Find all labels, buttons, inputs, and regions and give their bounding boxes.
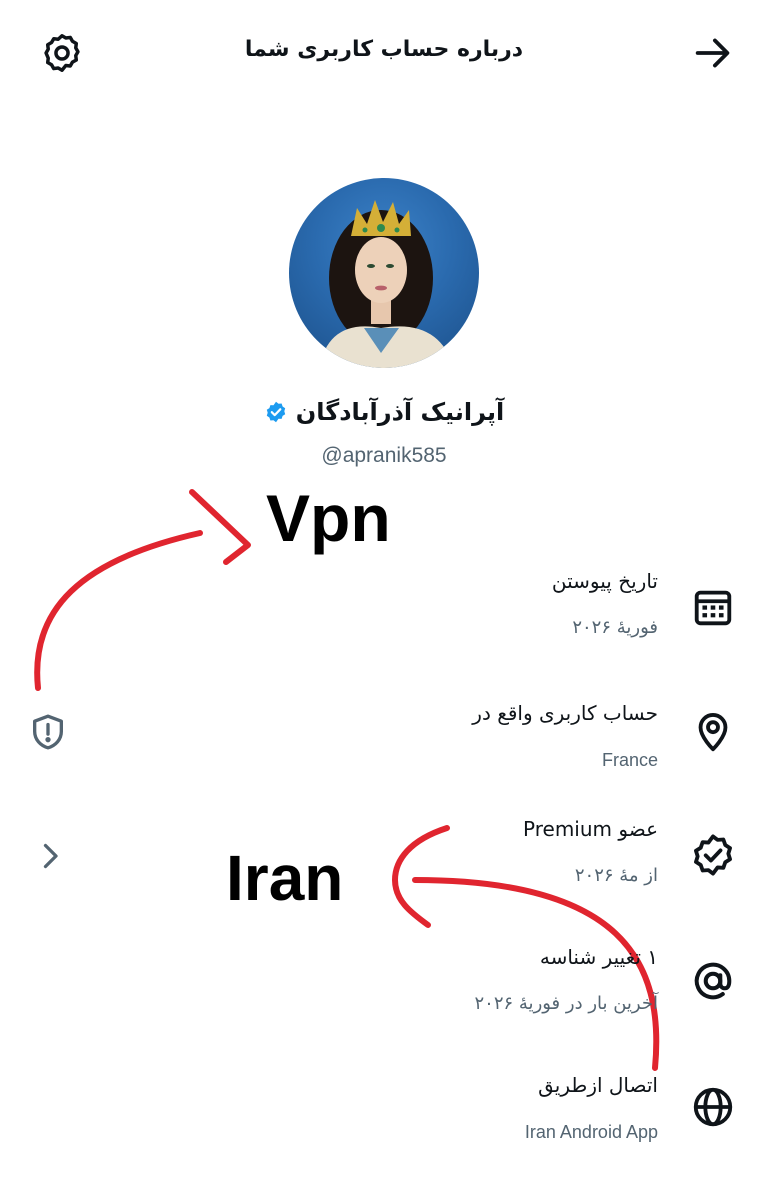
info-row-connected-via: اتصال ازطریق Iran Android App [380, 1070, 658, 1146]
verified-badge-icon [690, 832, 736, 878]
page-title: درباره حساب کاربری شما [244, 37, 524, 62]
info-row-value: France [601, 750, 658, 770]
info-row-handle-changes: ۱ تغییر شناسه آخرین بار در فوریهٔ ۲۰۲۶ [380, 942, 658, 1018]
info-row-location: حساب کاربری واقع در France [380, 698, 658, 774]
info-row-title: تاریخ پیوستن [551, 569, 658, 593]
iran-annotation-label: Iran [226, 842, 344, 914]
verified-badge-icon [264, 400, 288, 424]
profile-display-name-row: آپرانیک آذرآبادگان [150, 398, 618, 426]
info-row-title: اتصال ازطریق [538, 1073, 658, 1097]
vpn-arrow-curve [34, 530, 203, 691]
display-name: آپرانیک آذرآبادگان [295, 398, 505, 426]
settings-gear-icon[interactable] [40, 31, 84, 75]
info-row-value: آخرین بار در فوریهٔ ۲۰۲۶ [474, 993, 658, 1014]
vpn-arrowhead [189, 489, 251, 565]
info-row-title: عضو Premium [523, 817, 658, 841]
info-row-title: ۱ تغییر شناسه [539, 945, 658, 969]
location-pin-icon [690, 708, 736, 754]
calendar-icon [690, 584, 736, 630]
arrow-right-icon[interactable] [690, 30, 736, 76]
globe-icon [690, 1084, 736, 1130]
info-row-title: حساب کاربری واقع در [472, 701, 658, 725]
info-row-premium: عضو Premium از مهٔ ۲۰۲۶ [380, 814, 658, 890]
info-row-join-date: تاریخ پیوستن فوریهٔ ۲۰۲۶ [380, 566, 658, 642]
info-row-value: فوریهٔ ۲۰۲۶ [572, 617, 658, 638]
chevron-right-icon[interactable] [32, 838, 68, 874]
info-row-value: از مهٔ ۲۰۲۶ [574, 865, 658, 886]
avatar[interactable] [289, 178, 479, 368]
shield-alert-icon[interactable] [28, 712, 68, 752]
info-row-value: Iran Android App [524, 1122, 658, 1142]
at-icon [690, 958, 736, 1004]
username-handle: @apranik585 [321, 444, 447, 467]
vpn-annotation-label: Vpn [266, 481, 391, 555]
